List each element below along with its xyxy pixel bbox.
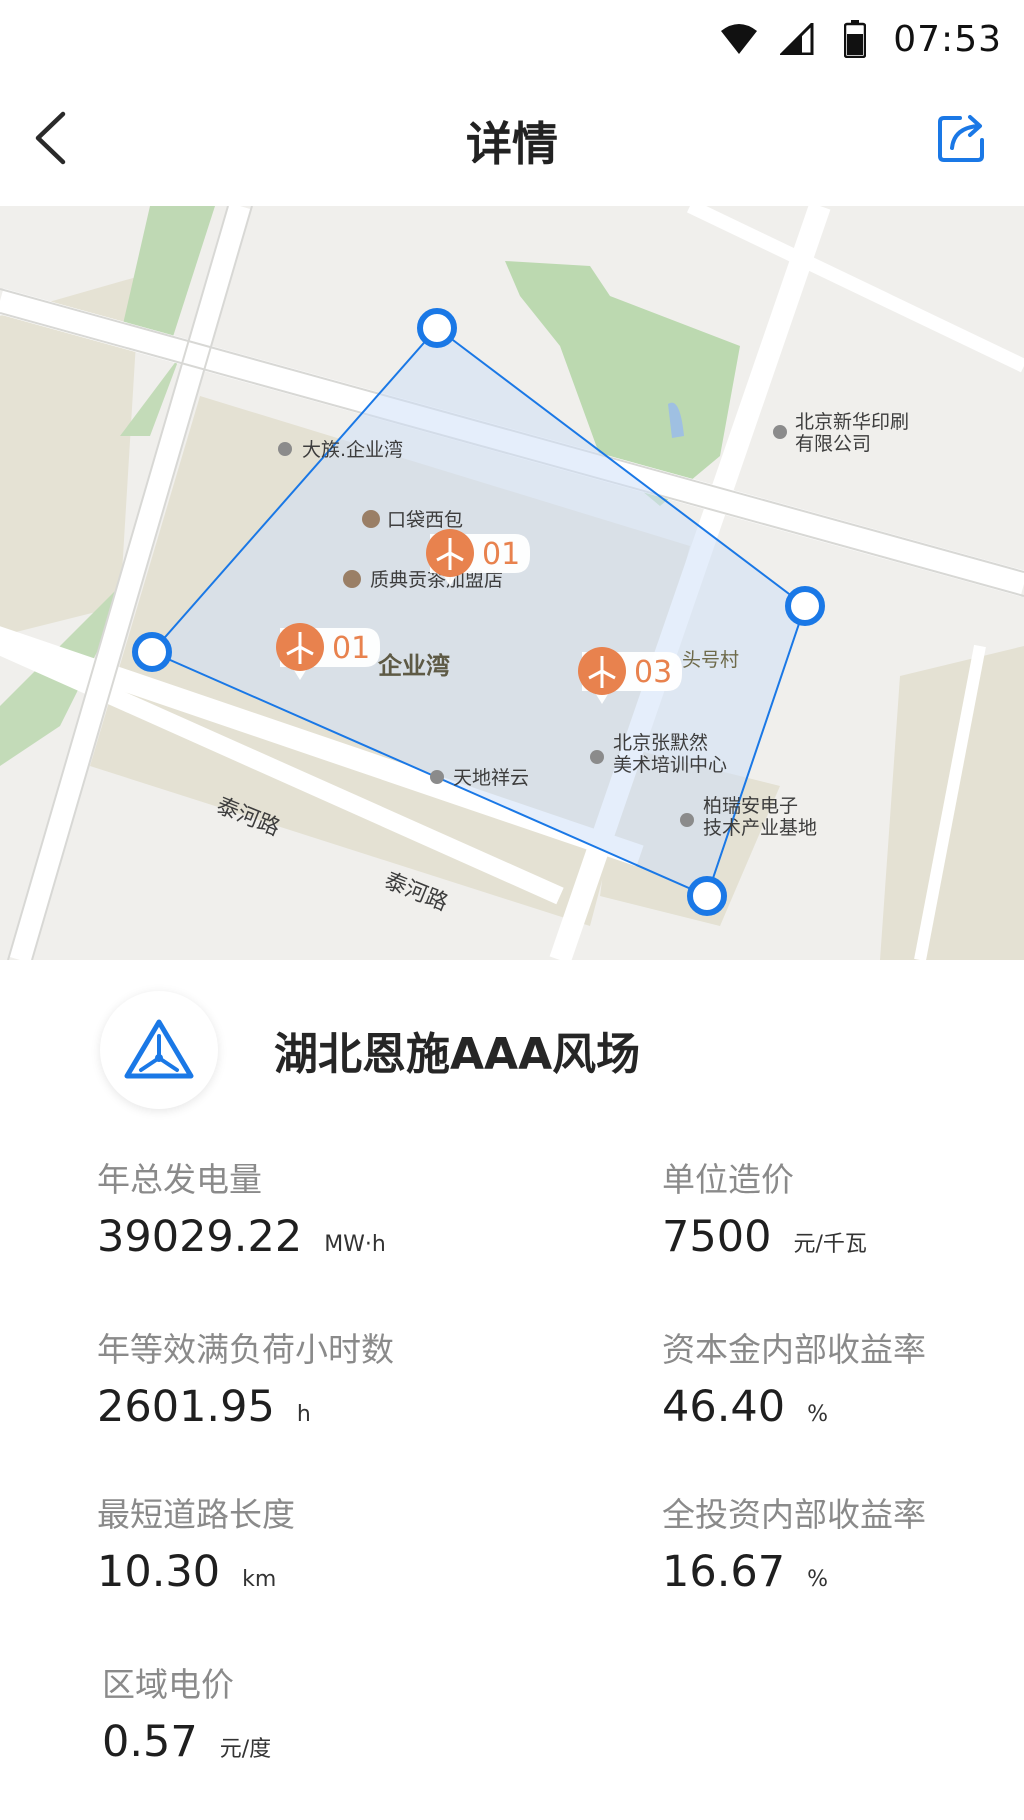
- polygon-vertex-handle[interactable]: [132, 632, 172, 672]
- polygon-vertex-handle[interactable]: [785, 586, 825, 626]
- battery-icon: [835, 19, 875, 59]
- stat-value: 16.67: [662, 1547, 786, 1597]
- stat-label: 年总发电量: [97, 1160, 262, 1199]
- status-bar: 07:53: [0, 0, 1024, 78]
- stat-value: 39029.22: [97, 1212, 303, 1262]
- farm-header: 湖北恩施AAA风场: [100, 990, 640, 1110]
- marker-label: 01: [332, 631, 370, 666]
- stat-value: 0.57: [102, 1717, 198, 1767]
- stat-value: 46.40: [662, 1382, 786, 1432]
- polygon-vertex-handle[interactable]: [687, 876, 727, 916]
- stat-equity-irr: 资本金内部收益率 46.40%: [662, 1330, 926, 1432]
- stat-shortest-road: 最短道路长度 10.30 km: [97, 1495, 295, 1597]
- status-time: 07:53: [893, 18, 1002, 60]
- stat-unit: h: [296, 1402, 311, 1427]
- poi-label: 口袋西包: [387, 509, 463, 531]
- poi-label: 天地祥云: [453, 767, 529, 789]
- poi-label: 北京张默然: [613, 732, 708, 754]
- wifi-icon: [719, 19, 759, 59]
- stat-total-investment-irr: 全投资内部收益率 16.67%: [662, 1495, 926, 1597]
- stat-unit-cost: 单位造价 7500 元/千瓦: [662, 1160, 867, 1262]
- share-icon: [936, 112, 988, 168]
- polygon-vertex-handle[interactable]: [417, 308, 457, 348]
- stat-label: 最短道路长度: [97, 1495, 295, 1534]
- poi-label: 柏瑞安电子: [703, 795, 798, 817]
- stat-full-load-hours: 年等效满负荷小时数 2601.95 h: [97, 1330, 394, 1432]
- stat-label: 区域电价: [102, 1665, 234, 1704]
- stat-label: 全投资内部收益率: [662, 1495, 926, 1534]
- stat-value: 2601.95: [97, 1382, 275, 1432]
- share-button[interactable]: [930, 108, 994, 172]
- poi-label: 美术培训中心: [613, 754, 727, 776]
- marker-label: 03: [634, 655, 672, 690]
- poi-label: 大族.企业湾: [302, 439, 403, 461]
- area-label: 头号村: [682, 649, 739, 671]
- chevron-left-icon: [33, 111, 67, 169]
- marker-label: 01: [482, 537, 520, 572]
- stat-value: 7500: [662, 1212, 772, 1262]
- stat-label: 年等效满负荷小时数: [97, 1330, 394, 1369]
- app-header: 详情: [0, 78, 1024, 204]
- stat-unit: %: [807, 1402, 829, 1427]
- farm-name: 湖北恩施AAA风场: [274, 1029, 641, 1080]
- stat-unit: %: [807, 1567, 829, 1592]
- map-view[interactable]: 大族.企业湾 口袋西包 质典贡茶加盟店 北京新华印刷 有限公司 天地祥云 北京张…: [0, 206, 1024, 960]
- stat-unit: 元/度: [219, 1737, 272, 1762]
- signal-icon: [777, 19, 817, 59]
- back-button[interactable]: [18, 108, 82, 172]
- area-label: 企业湾: [378, 652, 450, 680]
- stat-value: 10.30: [97, 1547, 221, 1597]
- poi-label: 有限公司: [795, 433, 871, 455]
- page-title: 详情: [466, 117, 558, 171]
- poi-label: 技术产业基地: [703, 817, 817, 839]
- stat-unit: 元/千瓦: [793, 1232, 867, 1257]
- stat-label: 资本金内部收益率: [662, 1330, 926, 1369]
- stat-label: 单位造价: [662, 1160, 794, 1199]
- stat-unit: MW·h: [324, 1232, 386, 1257]
- stat-regional-price: 区域电价 0.57 元/度: [102, 1665, 271, 1767]
- stat-annual-generation: 年总发电量 39029.22 MW·h: [97, 1160, 386, 1262]
- wind-turbine-logo-icon: [100, 991, 218, 1109]
- poi-label: 北京新华印刷: [795, 411, 909, 433]
- stat-unit: km: [242, 1567, 277, 1592]
